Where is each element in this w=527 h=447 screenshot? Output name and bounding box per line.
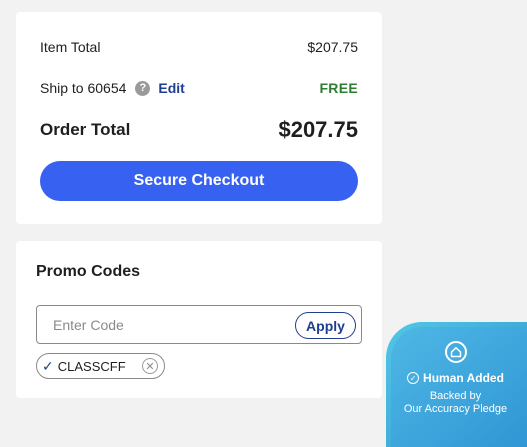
secure-checkout-button[interactable]: Secure Checkout (40, 161, 358, 201)
shipping-cost-value: FREE (319, 80, 358, 96)
badge-title: Human Added (423, 371, 504, 385)
item-total-row: Item Total $207.75 (40, 39, 358, 55)
apply-promo-button[interactable]: Apply (295, 312, 356, 339)
badge-title-row: ✓ Human Added (391, 371, 520, 385)
item-total-label: Item Total (40, 39, 101, 55)
order-total-row: Order Total $207.75 (40, 117, 358, 143)
edit-shipping-link[interactable]: Edit (158, 80, 184, 96)
badge-body: ✓ Human Added Backed by Our Accuracy Ple… (391, 327, 527, 447)
ship-to-label: Ship to 60654 (40, 80, 127, 96)
promo-codes-card: Promo Codes Apply ✓ CLASSCFF ✕ (16, 241, 382, 398)
promo-code-field: Apply (36, 305, 362, 344)
promo-codes-title: Promo Codes (36, 263, 141, 280)
item-total-value: $207.75 (307, 39, 358, 55)
order-summary-card: Item Total $207.75 Ship to 60654 ? Edit … (16, 12, 382, 224)
check-circle-icon: ✓ (407, 372, 420, 384)
shipping-row: Ship to 60654 ? Edit FREE (40, 80, 358, 96)
badge-line-2: Our Accuracy Pledge (403, 403, 508, 415)
human-added-badge[interactable]: ✓ Human Added Backed by Our Accuracy Ple… (386, 322, 527, 447)
order-total-value: $207.75 (278, 117, 358, 142)
promo-code-input[interactable] (38, 307, 288, 342)
badge-subtitle: Backed by Our Accuracy Pledge (391, 390, 520, 416)
order-total-label: Order Total (40, 120, 131, 139)
house-icon (444, 341, 467, 363)
applied-promo-chip: ✓ CLASSCFF ✕ (36, 353, 165, 379)
help-icon[interactable]: ? (135, 80, 151, 96)
badge-line-1: Backed by (429, 390, 482, 402)
close-icon[interactable]: ✕ (142, 358, 158, 374)
applied-promo-code: CLASSCFF (57, 358, 126, 374)
shipping-label-group: Ship to 60654 ? Edit (40, 80, 185, 96)
check-icon: ✓ (42, 357, 54, 374)
